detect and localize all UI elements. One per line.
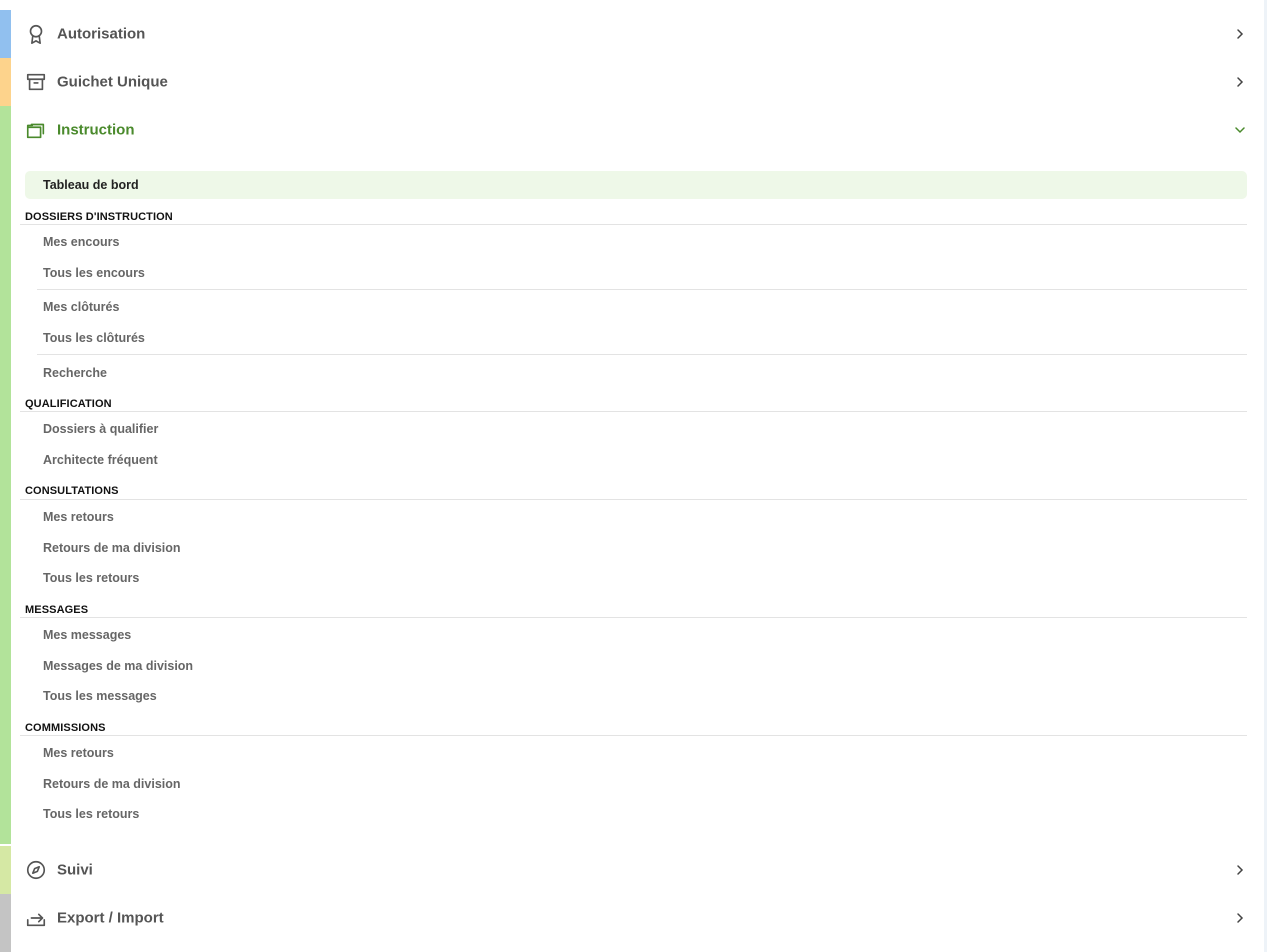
section-title-dossiers: DOSSIERS D'INSTRUCTION: [25, 211, 173, 223]
menu-item-mes-encours[interactable]: Mes encours: [43, 235, 119, 249]
section-title-messages: MESSAGES: [25, 604, 89, 616]
menu-item-mes-clotures[interactable]: Mes clôturés: [43, 300, 119, 314]
menu-header-export-import[interactable]: Export / Import: [11, 894, 1255, 942]
scroll-edge: [1264, 0, 1267, 952]
archive-box-icon: [25, 71, 47, 93]
accent-bar-instruction: [0, 106, 11, 844]
accent-bar-export: [0, 894, 11, 952]
menu-item-comm-tous-les-retours[interactable]: Tous les retours: [43, 807, 139, 821]
compass-icon: [25, 859, 47, 881]
section-title-commissions: COMMISSIONS: [25, 722, 106, 734]
divider: [20, 735, 1247, 736]
menu-label-guichet-unique: Guichet Unique: [57, 73, 168, 91]
section-title-consultations: CONSULTATIONS: [25, 485, 119, 497]
divider: [20, 499, 1247, 500]
chevron-down-icon: [1233, 123, 1247, 137]
chevron-right-icon: [1233, 75, 1247, 89]
menu-header-suivi[interactable]: Suivi: [11, 846, 1255, 894]
menu-label-export-import: Export / Import: [57, 909, 164, 927]
menu-item-tous-les-messages[interactable]: Tous les messages: [43, 689, 157, 703]
menu-label-autorisation: Autorisation: [57, 25, 146, 43]
menu-header-autorisation[interactable]: Autorisation: [11, 10, 1255, 58]
accent-bar-suivi: [0, 846, 11, 894]
menu-item-tableau-de-bord[interactable]: Tableau de bord: [25, 171, 1247, 199]
menu-item-messages-division[interactable]: Messages de ma division: [43, 659, 193, 673]
menu-label-instruction: Instruction: [57, 121, 135, 139]
menu-item-recherche[interactable]: Recherche: [43, 366, 107, 380]
award-icon: [25, 23, 47, 45]
menu-item-tous-les-clotures[interactable]: Tous les clôturés: [43, 331, 145, 345]
divider: [37, 289, 1247, 290]
accent-bar-autorisation: [0, 10, 11, 58]
menu-item-consult-mes-retours[interactable]: Mes retours: [43, 510, 114, 524]
divider: [37, 354, 1247, 355]
menu-item-consult-tous-les-retours[interactable]: Tous les retours: [43, 571, 139, 585]
menu-item-tous-les-encours[interactable]: Tous les encours: [43, 266, 145, 280]
menu-item-comm-mes-retours[interactable]: Mes retours: [43, 746, 114, 760]
menu-header-instruction[interactable]: Instruction: [11, 106, 1255, 154]
divider: [20, 411, 1247, 412]
section-title-qualification: QUALIFICATION: [25, 398, 112, 410]
export-arrow-icon: [25, 907, 47, 929]
chevron-right-icon: [1233, 27, 1247, 41]
menu-item-mes-messages[interactable]: Mes messages: [43, 628, 131, 642]
chevron-right-icon: [1233, 911, 1247, 925]
menu-item-comm-retours-division[interactable]: Retours de ma division: [43, 777, 181, 791]
menu-item-consult-retours-division[interactable]: Retours de ma division: [43, 541, 181, 555]
divider: [20, 224, 1247, 225]
accent-bar-guichet: [0, 58, 11, 106]
menu-item-dossiers-a-qualifier[interactable]: Dossiers à qualifier: [43, 422, 158, 436]
divider: [20, 617, 1247, 618]
chevron-right-icon: [1233, 863, 1247, 877]
menu-label-suivi: Suivi: [57, 861, 93, 879]
menu-item-architecte-frequent[interactable]: Architecte fréquent: [43, 453, 158, 467]
menu-header-guichet-unique[interactable]: Guichet Unique: [11, 58, 1255, 106]
folders-icon: [25, 119, 47, 141]
